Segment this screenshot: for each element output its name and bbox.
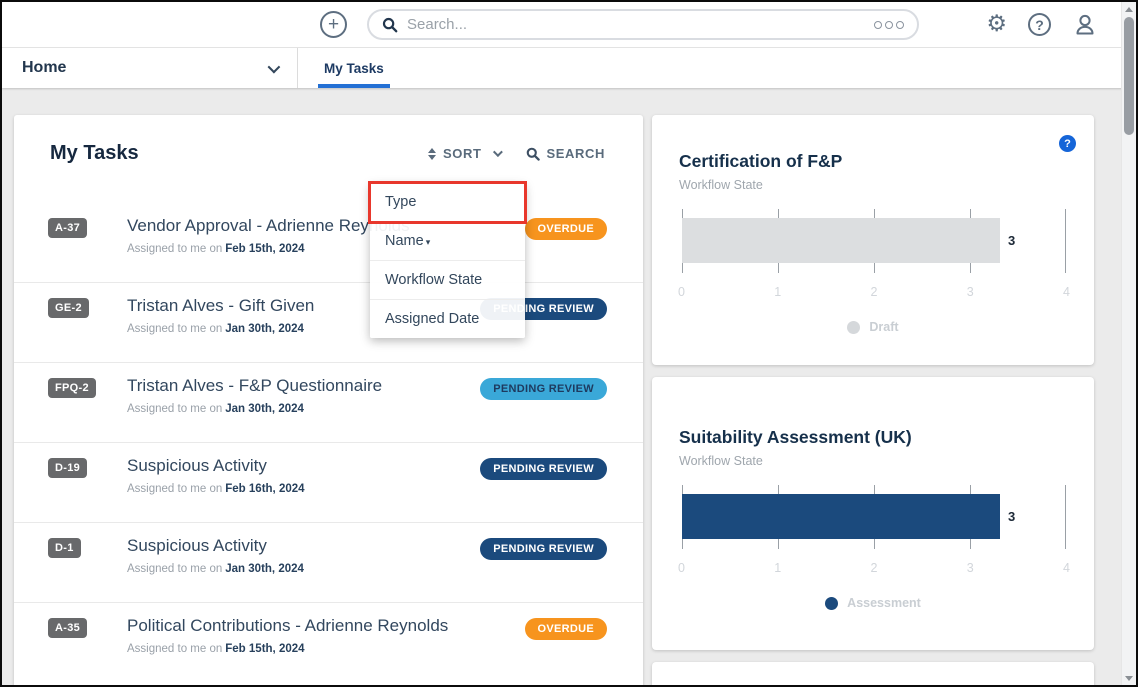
- home-dropdown[interactable]: Home: [2, 48, 298, 88]
- task-row[interactable]: D-19 Suspicious Activity Assigned to me …: [14, 443, 643, 523]
- sort-option-workflow-state[interactable]: Workflow State: [370, 261, 525, 300]
- user-profile-icon[interactable]: [1072, 12, 1098, 38]
- chart-card-partial: [652, 662, 1094, 687]
- sort-label: SORT: [443, 146, 482, 161]
- task-assigned-date: Assigned to me onFeb 16th, 2024: [127, 483, 480, 495]
- chevron-down-icon: [492, 147, 502, 157]
- search-options-icon[interactable]: [874, 21, 904, 29]
- task-title: Political Contributions - Adrienne Reyno…: [127, 616, 525, 636]
- scroll-down-icon[interactable]: [1122, 671, 1136, 685]
- task-id-badge: D-19: [48, 458, 87, 478]
- sort-direction-icon: ▾: [426, 237, 431, 247]
- home-label: Home: [22, 59, 66, 77]
- task-title: Tristan Alves - F&P Questionnaire: [127, 376, 480, 396]
- add-button[interactable]: +: [320, 11, 347, 38]
- chevron-down-icon: [268, 60, 281, 73]
- app-window: + ⚙ ? Home: [0, 0, 1138, 687]
- task-assigned-date: Assigned to me onFeb 15th, 2024: [127, 643, 525, 655]
- legend-dot: [847, 321, 860, 334]
- sort-button[interactable]: SORT: [428, 146, 500, 161]
- tab-my-tasks[interactable]: My Tasks: [324, 48, 384, 88]
- panel-header: My Tasks SORT SEARCH: [14, 115, 643, 165]
- chart-legend: Draft: [652, 320, 1094, 334]
- bar-chart-plot: 3: [682, 485, 1066, 549]
- legend-dot: [825, 597, 838, 610]
- tab-label: My Tasks: [324, 61, 384, 76]
- content-area: My Tasks SORT SEARCH: [2, 88, 1136, 685]
- task-list: A-37 Vendor Approval - Adrienne Reynolds…: [14, 203, 643, 683]
- bar-draft: [682, 218, 1000, 263]
- x-axis-ticks: 01234: [678, 561, 1070, 575]
- bar-value-label: 3: [1008, 509, 1015, 524]
- search-icon: [526, 147, 540, 161]
- status-badge: OVERDUE: [525, 618, 608, 640]
- status-badge: PENDING REVIEW: [480, 538, 607, 560]
- task-assigned-date: Assigned to me onJan 30th, 2024: [127, 403, 480, 415]
- task-row[interactable]: FPQ-2 Tristan Alves - F&P Questionnaire …: [14, 363, 643, 443]
- task-row[interactable]: GE-2 Tristan Alves - Gift Given Assigned…: [14, 283, 643, 363]
- chart-title: Suitability Assessment (UK): [679, 427, 1066, 448]
- help-icon[interactable]: ?: [1028, 13, 1051, 36]
- panel-title: My Tasks: [50, 142, 139, 165]
- scroll-up-icon[interactable]: [1122, 2, 1136, 16]
- task-id-badge: FPQ-2: [48, 378, 96, 398]
- scrollbar-thumb[interactable]: [1124, 17, 1134, 135]
- sort-option-assigned-date[interactable]: Assigned Date: [370, 300, 525, 338]
- search-icon: [382, 17, 398, 33]
- chart-card-suitability: Suitability Assessment (UK) Workflow Sta…: [652, 377, 1094, 650]
- task-id-badge: GE-2: [48, 298, 89, 318]
- logo-area: [2, 2, 320, 47]
- settings-gear-icon[interactable]: ⚙: [986, 13, 1007, 36]
- chart-subtitle: Workflow State: [679, 454, 1066, 468]
- task-id-badge: A-35: [48, 618, 87, 638]
- search-button[interactable]: SEARCH: [526, 146, 606, 161]
- bar-value-label: 3: [1008, 233, 1015, 248]
- legend-label: Draft: [869, 320, 898, 334]
- chart-subtitle: Workflow State: [679, 178, 1066, 192]
- task-row[interactable]: A-35 Political Contributions - Adrienne …: [14, 603, 643, 683]
- chart-title: Certification of F&P: [679, 151, 1066, 172]
- page-scrollbar[interactable]: [1121, 2, 1136, 685]
- top-bar: + ⚙ ?: [2, 2, 1136, 48]
- task-id-badge: D-1: [48, 538, 81, 558]
- nav-bar: Home My Tasks: [2, 48, 1136, 88]
- sort-option-name[interactable]: Name▾: [370, 222, 525, 261]
- bar-chart-plot: 3: [682, 209, 1066, 273]
- task-assigned-date: Assigned to me onJan 30th, 2024: [127, 563, 480, 575]
- task-title: Suspicious Activity: [127, 456, 480, 476]
- my-tasks-panel: My Tasks SORT SEARCH: [14, 115, 643, 687]
- task-title: Suspicious Activity: [127, 536, 480, 556]
- search-input[interactable]: [407, 16, 865, 33]
- chart-legend: Assessment: [652, 596, 1094, 610]
- bar-assessment: [682, 494, 1000, 539]
- topbar-icon-group: ⚙ ?: [986, 12, 1098, 38]
- task-row[interactable]: A-37 Vendor Approval - Adrienne Reynolds…: [14, 203, 643, 283]
- task-row[interactable]: D-1 Suspicious Activity Assigned to me o…: [14, 523, 643, 603]
- status-badge: PENDING REVIEW: [480, 458, 607, 480]
- global-search[interactable]: [367, 9, 919, 40]
- status-badge: OVERDUE: [525, 218, 608, 240]
- search-label: SEARCH: [547, 146, 606, 161]
- plus-icon: +: [328, 15, 339, 34]
- x-axis-ticks: 01234: [678, 285, 1070, 299]
- sort-icon: [428, 148, 436, 160]
- panel-controls: SORT SEARCH: [428, 146, 605, 161]
- status-badge: PENDING REVIEW: [480, 378, 607, 400]
- sort-option-type[interactable]: Type: [370, 183, 525, 222]
- sort-dropdown-menu: Type Name▾ Workflow State Assigned Date: [370, 183, 525, 338]
- legend-label: Assessment: [847, 596, 921, 610]
- chart-card-certification: ? Certification of F&P Workflow State 3 …: [652, 115, 1094, 365]
- charts-column: ? Certification of F&P Workflow State 3 …: [652, 115, 1094, 687]
- task-id-badge: A-37: [48, 218, 87, 238]
- chart-help-icon[interactable]: ?: [1059, 135, 1076, 152]
